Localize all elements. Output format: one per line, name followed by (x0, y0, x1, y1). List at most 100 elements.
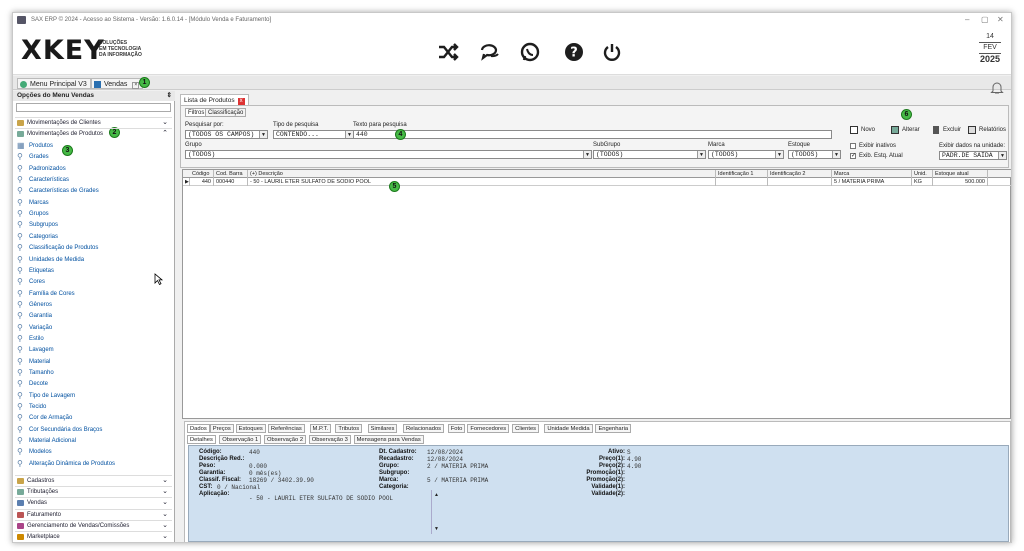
sidebar-item-categorias[interactable]: ⚲ Categorias (17, 232, 58, 242)
tab-dados[interactable]: Dados (187, 424, 210, 433)
maximize-icon[interactable]: ▢ (981, 13, 989, 27)
alterar-button[interactable]: Alterar (891, 125, 920, 135)
tab-filtros[interactable]: Filtros (185, 108, 208, 117)
tab-classificacao[interactable]: Classificação (205, 108, 247, 117)
search-text-input[interactable]: 440 (353, 130, 832, 139)
grupo-select[interactable]: (TODOS) ▼ (185, 150, 592, 159)
notification-bell-icon[interactable] (989, 81, 1005, 95)
aplicacao-scrollbar[interactable]: ▲ ▼ (431, 490, 443, 534)
sidebar-search-input[interactable] (16, 103, 171, 112)
tab-vendas[interactable]: Vendas × (91, 78, 144, 89)
tab-close-button[interactable]: x (237, 98, 245, 105)
sidebar-item-caracteristicas[interactable]: ⚲ Características (17, 175, 69, 185)
tab-unidade-medida[interactable]: Unidade Medida (544, 424, 593, 433)
sidebar-item-cor-secundaria-dos-bracos[interactable]: ⚲ Cor Secundária dos Braços (17, 425, 102, 435)
sidebar-item-material-adicional[interactable]: ⚲ Material Adicional (17, 436, 76, 446)
sidebar-item-tipo-de-lavagem[interactable]: ⚲ Tipo de Lavagem (17, 391, 75, 401)
pesquisar-select[interactable]: (TODOS OS CAMPOS) ▼ (185, 130, 268, 139)
sidebar-item-familia-de-cores[interactable]: ⚲ Família de Cores (17, 289, 75, 299)
scroll-up-icon[interactable]: ▲ (434, 492, 439, 498)
tab-detalhes[interactable]: Detalhes (187, 435, 216, 444)
tab-precos[interactable]: Preços (209, 424, 234, 433)
sidebar-item-generos[interactable]: ⚲ Gêneros (17, 300, 52, 310)
sidebar-item-alteracao-dinamica-de-produtos[interactable]: ⚲ Alteração Dinâmica de Produtos (17, 459, 115, 469)
sidebar-section-vendas[interactable]: Vendas ⌄ (15, 497, 172, 507)
tab-clientes[interactable]: Clientes (512, 424, 540, 433)
sidebar-item-estilo[interactable]: ⚲ Estilo (17, 334, 44, 344)
sidebar-item-classificacao-de-produtos[interactable]: ⚲ Classificação de Produtos (17, 243, 98, 253)
shuffle-icon[interactable] (437, 41, 459, 63)
sidebar-item-garantia[interactable]: ⚲ Garantia (17, 311, 52, 321)
grid-header-descricao[interactable]: (+) Descrição (248, 170, 716, 178)
excluir-button[interactable]: Excluir (932, 125, 961, 135)
grid-header-codigo[interactable]: Código (190, 170, 214, 178)
estoque-select[interactable]: (TODOS) ▼ (788, 150, 841, 159)
tab-menu-principal[interactable]: Menu Principal V3 (17, 78, 91, 89)
sidebar-section-cadastros[interactable]: Cadastros ⌄ (15, 475, 172, 485)
help-icon[interactable]: ? (563, 41, 585, 63)
novo-button[interactable]: Novo (850, 125, 875, 135)
sidebar-item-material[interactable]: ⚲ Material (17, 357, 50, 367)
tab-m-p-t[interactable]: M.P.T. (309, 424, 332, 433)
sidebar-item-variacao[interactable]: ⚲ Variação (17, 323, 52, 333)
sidebar-item-unidades-de-medida[interactable]: ⚲ Unidades de Medida (17, 255, 84, 265)
power-icon[interactable] (601, 41, 623, 63)
grid-header-identificacao-2[interactable]: Identificação 2 (768, 170, 832, 178)
sidebar-section-tributacoes[interactable]: Tributações ⌄ (15, 486, 172, 496)
sidebar-item-grupos[interactable]: ⚲ Grupos (17, 209, 49, 219)
tab-engenharia[interactable]: Engenharia (595, 424, 632, 433)
tab-similares[interactable]: Similares (367, 424, 398, 433)
scroll-down-icon[interactable]: ▼ (434, 526, 439, 532)
tipo-pesquisa-select[interactable]: CONTENDO... ▼ (273, 130, 354, 139)
tab-foto[interactable]: Foto (447, 424, 466, 433)
chat-icon[interactable] (479, 41, 501, 63)
sidebar-item-caracteristicas-de-grades[interactable]: ⚲ Características de Grades (17, 186, 99, 196)
unidade-select[interactable]: PADR.DE SAÍDA ▼ (939, 151, 1007, 160)
sidebar-section-marketplace[interactable]: Marketplace ⌄ (15, 531, 172, 541)
sidebar-item-tamanho[interactable]: ⚲ Tamanho (17, 368, 54, 378)
chevron-icon: ⌄ (162, 521, 168, 529)
grid-header-estoque-atual[interactable]: Estoque atual (933, 170, 988, 178)
sidebar-section-faturamento[interactable]: Faturamento ⌄ (15, 508, 172, 519)
sidebar-item-grades[interactable]: ⚲ Grades (17, 152, 49, 162)
grid-header-identificacao-1[interactable]: Identificação 1 (716, 170, 768, 178)
sidebar-item-subgrupos[interactable]: ⚲ Subgrupos (17, 220, 58, 230)
sidebar-item-cor-de-armacao[interactable]: ⚲ Cor de Armação (17, 413, 72, 423)
grid-header-cod-barra[interactable]: Cod. Barra (214, 170, 248, 178)
tab-observacao-2[interactable]: Observação 2 (264, 435, 307, 444)
tab-observacao-3[interactable]: Observação 3 (308, 435, 351, 444)
sidebar-item-tecido[interactable]: ⚲ Tecido (17, 402, 46, 412)
table-row[interactable]: ▶ 440 000440- 50 - LAURIL ETER SULFATO DE … (183, 178, 1011, 186)
sidebar-section-gerenciamento-de-vendas-comissoes[interactable]: Gerenciamento de Vendas/Comissões ⌄ (15, 519, 172, 530)
grid-header-marca[interactable]: Marca (832, 170, 912, 178)
tab-lista-produtos[interactable]: Lista de Produtos x (180, 94, 249, 105)
tab-relacionados[interactable]: Relacionados (402, 424, 445, 433)
tab-fornecedores[interactable]: Fornecedores (467, 424, 510, 433)
tab-tributos[interactable]: Tributos (335, 424, 363, 433)
sidebar-item-cores[interactable]: ⚲ Cores (17, 277, 45, 287)
sidebar-item-etiquetas[interactable]: ⚲ Etiquetas (17, 266, 54, 276)
tab-mensagens-para-vendas[interactable]: Mensagens para Vendas (353, 435, 424, 444)
sidebar-item-padronizados[interactable]: ⚲ Padronizados (17, 164, 66, 174)
sidebar-item-modelos[interactable]: ⚲ Modelos (17, 447, 52, 457)
tab-referencias[interactable]: Referências (267, 424, 305, 433)
minimize-icon[interactable]: – (965, 13, 969, 27)
sidebar-pin-icon[interactable]: ⇕ (167, 91, 172, 101)
sidebar-section-movimentacoes-de-produtos[interactable]: Movimentações de Produtos ⌃ (15, 128, 172, 138)
exibir-inativos-checkbox[interactable] (850, 143, 856, 149)
sidebar-item-produtos[interactable]: ▦ Produtos (17, 141, 53, 151)
marca-select[interactable]: (TODOS) ▼ (708, 150, 784, 159)
row-selector-icon[interactable]: ▶ (183, 178, 190, 186)
subgrupo-select[interactable]: (TODOS) ▼ (593, 150, 706, 159)
exib-estq-checkbox[interactable]: ✓ (850, 153, 856, 159)
sidebar-item-marcas[interactable]: ⚲ Marcas (17, 198, 49, 208)
grid-header-unid[interactable]: Unid. (912, 170, 933, 178)
sidebar-item-decote[interactable]: ⚲ Decote (17, 379, 48, 389)
sidebar-section-movimentacoes-de-clientes[interactable]: Movimentações de Clientes ⌄ (15, 117, 172, 127)
whatsapp-icon[interactable] (519, 41, 541, 63)
close-icon[interactable]: ✕ (997, 13, 1004, 27)
tab-estoques[interactable]: Estoques (235, 424, 266, 433)
tab-observacao-1[interactable]: Observação 1 (219, 435, 262, 444)
sidebar-item-lavagem[interactable]: ⚲ Lavagem (17, 345, 54, 355)
relatorios-button[interactable]: Relatórios (968, 125, 1006, 135)
